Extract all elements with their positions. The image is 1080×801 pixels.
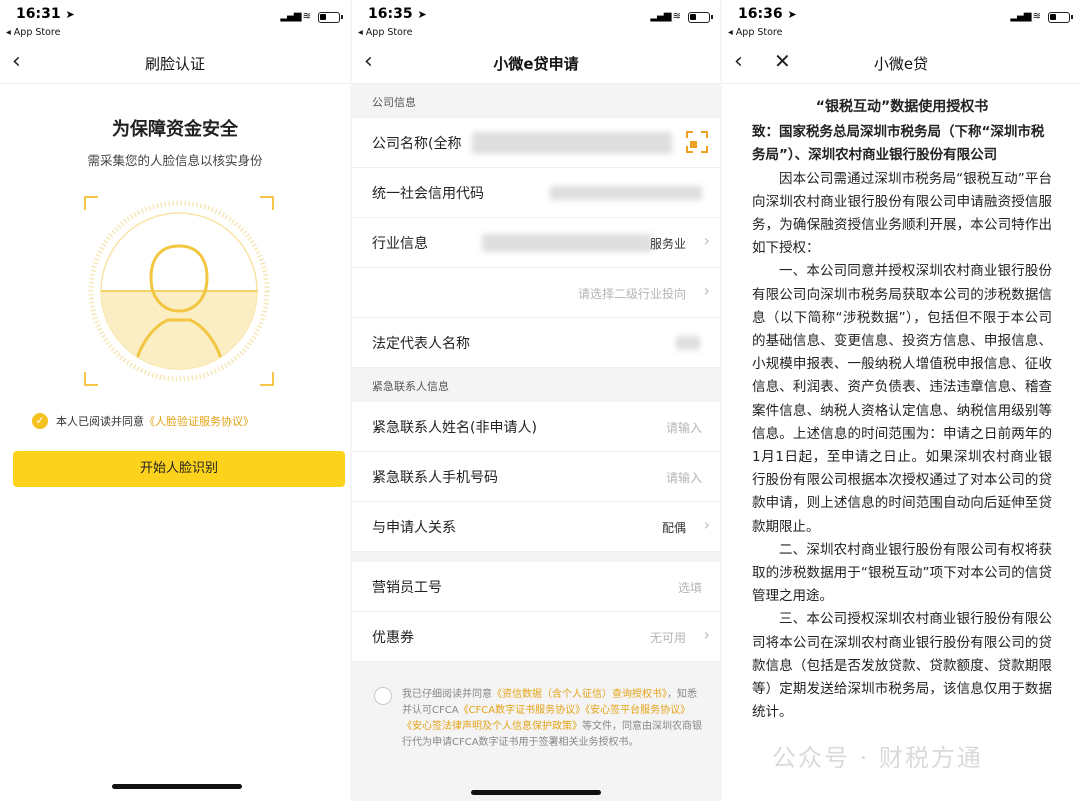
battery-icon	[688, 12, 713, 23]
industry-sub-placeholder: 请选择二级行业投向	[577, 287, 686, 301]
chevron-right-icon: ›	[703, 281, 710, 300]
contact-name-field[interactable]: 紧急联系人姓名(非申请人) 请输入	[352, 402, 720, 452]
nav-bar: ‹ 小微e贷申请	[352, 44, 720, 84]
signal-wifi-icon: ▂▄▆ ≋	[280, 11, 311, 22]
contact-phone-input[interactable]: 请输入	[666, 469, 702, 486]
nav-bar: ‹ 刷脸认证	[0, 44, 350, 84]
salesman-id-field[interactable]: 营销员工号 选填	[352, 562, 720, 612]
company-name-label: 公司名称(全称	[372, 136, 462, 152]
salesman-id-label: 营销员工号	[372, 580, 442, 596]
chevron-right-icon: ›	[703, 625, 710, 644]
contact-name-label: 紧急联系人姓名(非申请人)	[372, 420, 537, 436]
document-paragraph: 二、深圳农村商业银行股份有限公司有权将获取的涉税数据用于“银税互动”项下对本公司…	[752, 541, 1052, 605]
face-auth-heading: 为保障资金安全	[112, 119, 238, 140]
face-auth-screen: 16:31 ➤ ◂ App Store ▂▄▆ ≋ ‹ 刷脸认证 为保障资金安全…	[0, 0, 350, 801]
consent-text: 我已仔细阅读并同意《资信数据（含个人征信）查询授权书》，知悉并认可CFCA《CF…	[402, 687, 702, 751]
redacted-legal-rep	[676, 336, 700, 350]
consent-radio[interactable]	[374, 687, 392, 705]
location-arrow-icon: ➤	[417, 8, 427, 21]
relation-label: 与申请人关系	[372, 520, 456, 536]
consent-text-1: 我已仔细阅读并同意	[402, 689, 492, 700]
tax-data-authorization-screen: 16:36 ➤ ◂ App Store ▂▄▆ ≋ ‹ ✕ 小微e贷 “银税互动…	[722, 0, 1080, 801]
location-arrow-icon: ➤	[65, 8, 75, 21]
home-indicator	[112, 784, 242, 789]
frame-corner	[84, 196, 98, 210]
coupon-field[interactable]: 优惠券 无可用 ›	[352, 612, 720, 662]
relation-field[interactable]: 与申请人关系 配偶 ›	[352, 502, 720, 552]
document-title: “银税互动”数据使用授权书	[815, 99, 989, 115]
legal-rep-field[interactable]: 法定代表人名称	[352, 318, 720, 368]
back-to-app-store-link[interactable]: ◂ App Store	[6, 27, 60, 38]
authorization-document: “银税互动”数据使用授权书 致：国家税务总局深圳市税务局（下称“深圳市税务局”）…	[752, 96, 1052, 724]
loan-application-screen: 16:35 ➤ ◂ App Store ▂▄▆ ≋ ‹ 小微e贷申请 公司信息 …	[352, 0, 720, 801]
document-paragraph: 因本公司需通过深圳市税务局“银税互动”平台向深圳农村商业银行股份有限公司申请融资…	[752, 170, 1052, 257]
document-paragraph: 三、本公司授权深圳农村商业银行股份有限公司将本公司在深圳农村商业银行股份有限公司…	[752, 611, 1052, 721]
credit-code-label: 统一社会信用代码	[372, 186, 484, 202]
consent-section: 我已仔细阅读并同意《资信数据（含个人征信）查询授权书》，知悉并认可CFCA《CF…	[352, 665, 720, 801]
status-time: 16:35 ➤	[368, 6, 427, 22]
frame-corner	[260, 372, 274, 386]
document-addressee: 致：国家税务总局深圳市税务局（下称“深圳市税务局”）、深圳农村商业银行股份有限公…	[752, 124, 1045, 164]
industry-field[interactable]: 行业信息 服务业 ›	[352, 218, 720, 268]
back-to-app-store-link[interactable]: ◂ App Store	[358, 27, 412, 38]
page-title: 小微e贷	[873, 55, 929, 73]
coupon-value: 无可用	[649, 631, 686, 645]
face-auth-subtitle: 需采集您的人脸信息以核实身份	[87, 153, 263, 168]
status-time: 16:36 ➤	[738, 6, 797, 22]
relation-value: 配偶	[661, 521, 686, 535]
agreement-prefix: 本人已阅读并同意	[56, 415, 144, 428]
redacted-industry	[482, 234, 652, 252]
face-silhouette-icon	[88, 200, 270, 382]
start-face-recognition-button[interactable]: 开始人脸识别	[13, 451, 345, 487]
nav-bar: ‹ ✕ 小微e贷	[722, 44, 1080, 84]
status-bar: 16:31 ➤ ◂ App Store ▂▄▆ ≋	[0, 0, 350, 44]
document-paragraph: 一、本公司同意并授权深圳农村商业银行股份有限公司向深圳市税务局获取本公司的涉税数…	[752, 263, 1052, 535]
industry-sub-field[interactable]: 请选择二级行业投向 ›	[352, 268, 720, 318]
scan-icon[interactable]	[686, 131, 708, 153]
page-title: 小微e贷申请	[493, 55, 579, 73]
battery-icon	[1048, 12, 1073, 23]
face-service-agreement-link[interactable]: 《人脸验证服务协议》	[144, 413, 254, 429]
signal-wifi-icon: ▂▄▆ ≋	[1010, 11, 1041, 22]
contact-phone-label: 紧急联系人手机号码	[372, 470, 498, 486]
page-title: 刷脸认证	[144, 55, 205, 73]
status-bar: 16:35 ➤ ◂ App Store ▂▄▆ ≋	[352, 0, 720, 44]
frame-corner	[260, 196, 274, 210]
redacted-credit-code	[550, 186, 702, 200]
industry-label: 行业信息	[372, 236, 428, 252]
home-indicator	[471, 790, 601, 795]
section-company-info: 公司信息	[352, 88, 720, 118]
frame-corner	[84, 372, 98, 386]
industry-value: 服务业	[649, 237, 686, 251]
contact-phone-field[interactable]: 紧急联系人手机号码 请输入	[352, 452, 720, 502]
checked-circle-icon[interactable]: ✓	[32, 413, 48, 429]
chevron-right-icon: ›	[703, 231, 710, 250]
watermark: 公众号 · 财税方通	[772, 744, 983, 772]
status-bar: 16:36 ➤ ◂ App Store ▂▄▆ ≋	[722, 0, 1080, 44]
status-time: 16:31 ➤	[16, 6, 75, 22]
credit-query-authorization-link[interactable]: 《资信数据（含个人征信）查询授权书》	[492, 689, 667, 700]
face-agreement[interactable]: ✓ 本人已阅读并同意 《人脸验证服务协议》	[32, 412, 254, 430]
section-emergency-contact: 紧急联系人信息	[352, 372, 720, 402]
legal-rep-label: 法定代表人名称	[372, 336, 470, 352]
credit-code-field[interactable]: 统一社会信用代码	[352, 168, 720, 218]
signal-wifi-icon: ▂▄▆ ≋	[650, 11, 681, 22]
face-scan-frame	[84, 196, 274, 386]
salesman-id-input[interactable]: 选填	[678, 579, 702, 596]
coupon-label: 优惠券	[372, 630, 414, 646]
battery-icon	[318, 12, 343, 23]
company-name-field[interactable]: 公司名称(全称	[352, 118, 720, 168]
chevron-right-icon: ›	[703, 515, 710, 534]
back-to-app-store-link[interactable]: ◂ App Store	[728, 27, 782, 38]
contact-name-input[interactable]: 请输入	[666, 419, 702, 436]
location-arrow-icon: ➤	[787, 8, 797, 21]
redacted-company-name	[472, 132, 672, 154]
